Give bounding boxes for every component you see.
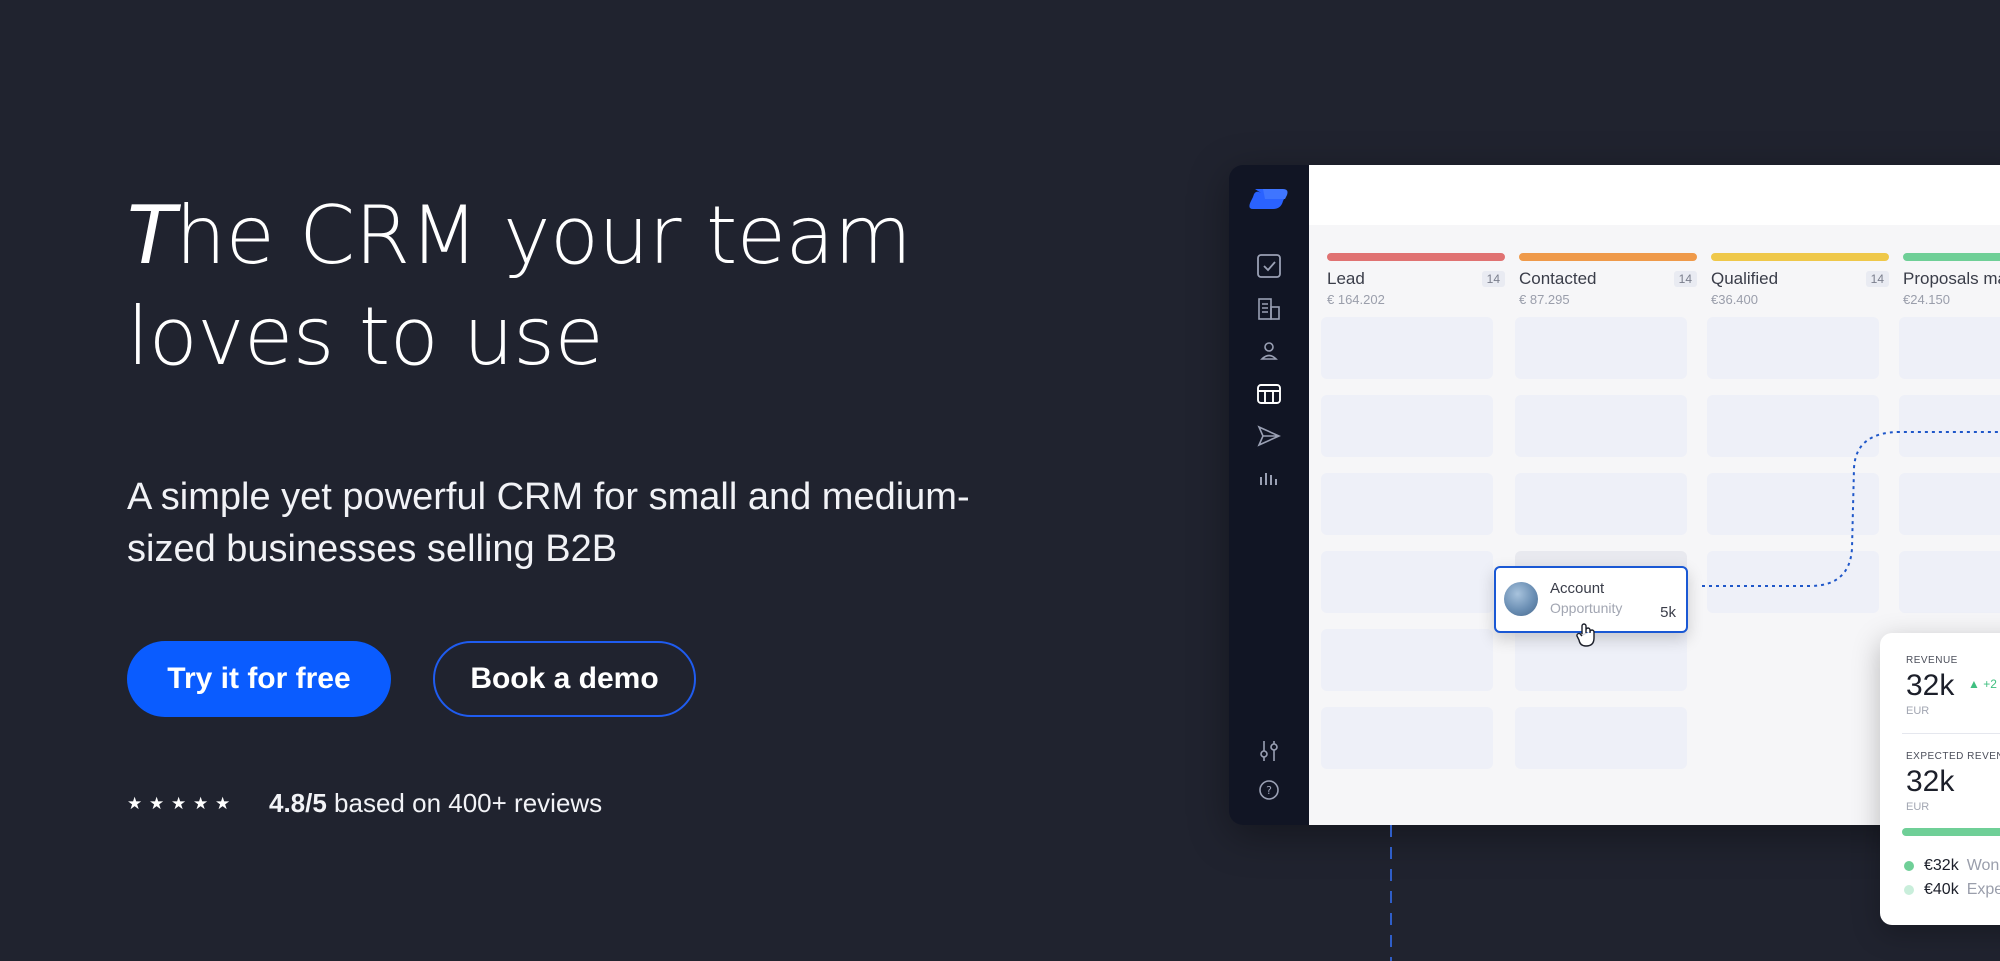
deal-placeholder [1515, 473, 1687, 535]
buildings-icon[interactable] [1256, 296, 1282, 322]
rating-value: 4.8/5 [269, 788, 327, 818]
deal-placeholder [1515, 317, 1687, 379]
trend-up-icon: ▲ [1968, 677, 1984, 691]
expected-revenue-label: EXPECTED REVENU [1906, 751, 2000, 762]
revenue-delta: ▲ +2 [1968, 677, 1997, 691]
star-rating: ★ ★ ★ ★ ★ [127, 793, 231, 813]
rating-text: 4.8/5 based on 400+ reviews [269, 788, 602, 819]
star-icon: ★ [215, 793, 231, 813]
legend-expected: €40k Expe [1904, 881, 2000, 899]
revenue-card: REVENUE 32k ▲ +2 EUR EXPECTED REVENU 32k… [1880, 633, 2000, 925]
column-lead: Lead 14 € 164.202 [1327, 253, 1505, 307]
hero-section: The CRM your team loves to use A simple … [127, 185, 1027, 575]
headline-line1: he CRM your team [175, 189, 912, 282]
deal-placeholder [1321, 707, 1493, 769]
star-icon: ★ [171, 793, 187, 813]
expected-revenue-unit: EUR [1906, 801, 1930, 813]
star-icon: ★ [149, 793, 165, 813]
column-color-bar [1903, 253, 2000, 261]
column-qualified: Qualified 14 €36.400 [1711, 253, 1889, 307]
deal-subtitle: Opportunity [1550, 600, 1623, 616]
person-icon[interactable] [1256, 338, 1282, 364]
help-icon[interactable]: ? [1256, 777, 1282, 803]
deal-placeholder [1321, 473, 1493, 535]
headline: The CRM your team loves to use [127, 185, 1027, 387]
column-value: € 164.202 [1327, 292, 1385, 307]
dashed-guide-line [1390, 825, 1392, 961]
column-title: Contacted [1519, 269, 1597, 288]
revenue-progress-bar [1902, 828, 2000, 836]
deal-placeholder [1321, 551, 1493, 613]
column-color-bar [1711, 253, 1889, 261]
star-icon: ★ [193, 793, 209, 813]
column-count: 14 [1673, 271, 1697, 287]
divider [1902, 733, 2000, 734]
pipeline-board-icon[interactable] [1256, 381, 1282, 407]
revenue-label: REVENUE [1906, 655, 1958, 666]
drag-connector-line [1702, 431, 2000, 587]
column-value: € 87.295 [1519, 292, 1570, 307]
column-value: €24.150 [1903, 292, 1950, 307]
account-deal-card[interactable]: Account Opportunity 5k [1494, 566, 1688, 647]
app-sidebar: ? [1229, 165, 1309, 825]
column-title: Qualified [1711, 269, 1779, 288]
deal-placeholder [1321, 629, 1493, 691]
column-proposals: Proposals ma €24.150 [1903, 253, 2000, 307]
bar-chart-icon[interactable] [1256, 465, 1282, 491]
legend-expected-label: Expe [1966, 881, 2000, 898]
column-title: Lead [1327, 269, 1365, 288]
expected-revenue-value: 32k [1906, 765, 1955, 798]
deal-placeholder [1515, 629, 1687, 691]
hero-subtitle: A simple yet powerful CRM for small and … [127, 476, 970, 570]
logo-icon [1249, 189, 1288, 209]
avatar [1504, 582, 1538, 616]
column-count: 14 [1481, 271, 1505, 287]
column-title: Proposals ma [1903, 269, 2000, 288]
book-demo-button[interactable]: Book a demo [433, 641, 696, 717]
column-contacted: Contacted 14 € 87.295 [1519, 253, 1697, 307]
deal-placeholder [1321, 317, 1493, 379]
deal-placeholder [1707, 317, 1879, 379]
legend-won-label: Won [1966, 857, 2000, 874]
deal-placeholder [1515, 395, 1687, 457]
legend-won: €32k Won [1904, 857, 1999, 875]
column-value: €36.400 [1711, 292, 1758, 307]
settings-sliders-icon[interactable] [1256, 738, 1282, 764]
try-free-button[interactable]: Try it for free [127, 641, 391, 717]
legend-expected-value: €40k [1924, 881, 1959, 898]
column-color-bar [1327, 253, 1505, 261]
headline-line2: loves to use [127, 290, 604, 383]
deal-placeholder [1515, 707, 1687, 769]
column-count: 14 [1865, 271, 1889, 287]
rating: ★ ★ ★ ★ ★ 4.8/5 based on 400+ reviews [127, 788, 602, 819]
revenue-value: 32k [1906, 669, 1955, 702]
deal-value: 5k [1660, 604, 1676, 621]
star-icon: ★ [127, 793, 143, 813]
cta-row: Try it for free Book a demo [127, 641, 696, 717]
rating-caption: based on 400+ reviews [326, 788, 603, 818]
deal-placeholder [1899, 317, 2000, 379]
check-square-icon[interactable] [1256, 253, 1282, 279]
hand-cursor-icon [1576, 623, 1595, 647]
svg-text:?: ? [1266, 784, 1272, 797]
headline-initial: T [127, 189, 176, 282]
app-topbar [1309, 165, 2000, 225]
legend-won-value: €32k [1924, 857, 1959, 874]
column-color-bar [1519, 253, 1697, 261]
revenue-unit: EUR [1906, 705, 1930, 717]
deal-title: Account [1550, 580, 1605, 597]
send-icon[interactable] [1256, 423, 1282, 449]
deal-placeholder [1321, 395, 1493, 457]
